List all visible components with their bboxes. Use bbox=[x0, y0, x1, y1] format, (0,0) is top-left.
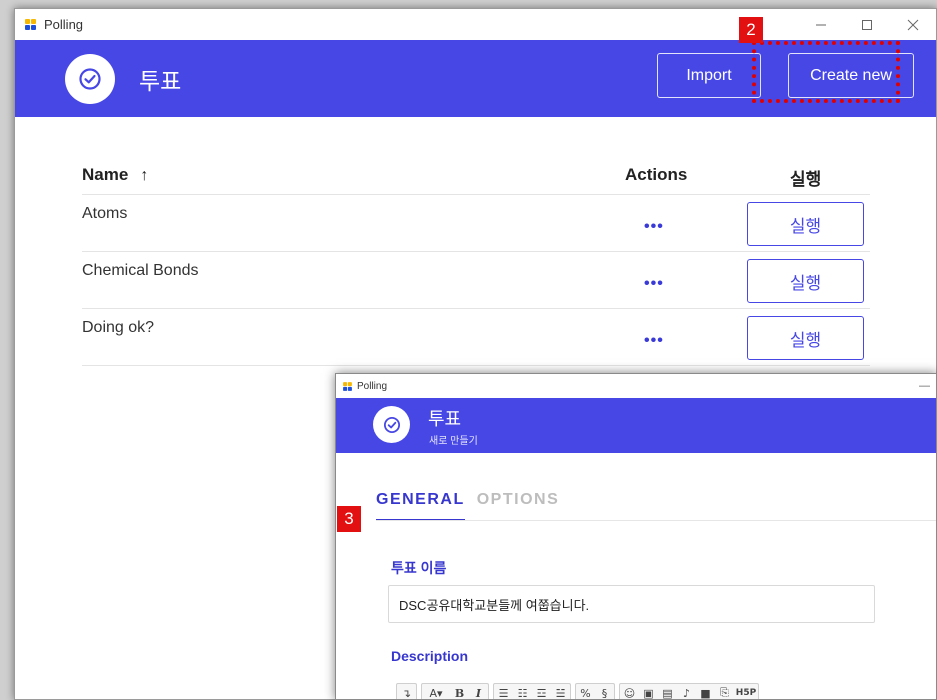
step-badge-2: 2 bbox=[739, 17, 763, 43]
close-button[interactable] bbox=[890, 9, 936, 40]
toolbar-group: A▾ B I bbox=[421, 683, 489, 700]
sort-ascending-icon[interactable]: ↑ bbox=[140, 167, 148, 185]
step-badge-3: 3 bbox=[337, 506, 361, 532]
table-row: Atoms ••• 실행 bbox=[82, 195, 870, 252]
toolbar-group: % § bbox=[575, 683, 615, 700]
title-bar: Polling — bbox=[336, 374, 936, 398]
h5p-icon[interactable]: H5P bbox=[734, 684, 758, 699]
minimize-icon bbox=[816, 24, 826, 25]
column-header-run: 실행 bbox=[790, 170, 822, 189]
table-header: Name ↑ Actions 실행 bbox=[82, 161, 870, 195]
create-new-highlight bbox=[752, 41, 900, 103]
table-row: Chemical Bonds ••• 실행 bbox=[82, 252, 870, 309]
run-button[interactable]: 실행 bbox=[747, 202, 864, 246]
poll-name: Doing ok? bbox=[82, 319, 155, 336]
toolbar-group: ☰ ☷ ☲ ☱ bbox=[493, 683, 571, 700]
minimize-button[interactable]: — bbox=[919, 380, 930, 392]
app-logo-icon bbox=[343, 381, 352, 391]
maximize-button[interactable] bbox=[844, 9, 890, 40]
editor-toolbar: ↴ A▾ B I ☰ ☷ ☲ ☱ % § ☺ ▣ ▤ ♪ ■ ⎘ H5P bbox=[396, 683, 759, 700]
check-circle-icon bbox=[79, 68, 101, 90]
polls-table: Name ↑ Actions 실행 Atoms ••• 실행 Chemical B… bbox=[82, 161, 870, 366]
app-logo bbox=[65, 54, 115, 104]
page-subtitle: 새로 만들기 bbox=[429, 436, 478, 447]
table-row: Doing ok? ••• 실행 bbox=[82, 309, 870, 366]
outdent-icon[interactable]: ☲ bbox=[532, 684, 551, 700]
emoji-icon[interactable]: ☺ bbox=[620, 684, 639, 700]
file-icon[interactable]: ▤ bbox=[658, 684, 677, 700]
title-bar: Polling bbox=[15, 9, 936, 40]
toolbar-group: ↴ bbox=[396, 683, 417, 700]
embed-icon[interactable]: ⎘ bbox=[715, 684, 734, 699]
video-icon[interactable]: ■ bbox=[696, 684, 715, 700]
window-title: Polling bbox=[357, 380, 388, 392]
poll-name-label: 투표 이름 bbox=[391, 560, 447, 576]
run-button[interactable]: 실행 bbox=[747, 259, 864, 303]
bulleted-list-icon[interactable]: ☰ bbox=[494, 684, 513, 700]
app-logo bbox=[373, 406, 410, 443]
poll-name-input[interactable]: DSC공유대학교분들께 여쭙습니다. bbox=[388, 585, 875, 623]
page-title: 투표 bbox=[428, 409, 462, 429]
poll-name: Chemical Bonds bbox=[82, 262, 199, 279]
numbered-list-icon[interactable]: ☷ bbox=[513, 684, 532, 700]
poll-name: Atoms bbox=[82, 205, 128, 222]
more-actions-icon[interactable]: ••• bbox=[644, 218, 664, 236]
app-header: 투표 새로 만들기 bbox=[336, 398, 936, 453]
more-actions-icon[interactable]: ••• bbox=[644, 332, 664, 350]
description-label: Description bbox=[391, 648, 469, 664]
minimize-button[interactable] bbox=[798, 9, 844, 40]
page-title: 투표 bbox=[139, 68, 182, 94]
link-icon[interactable]: % bbox=[576, 684, 595, 700]
image-icon[interactable]: ▣ bbox=[639, 684, 658, 700]
maximize-icon bbox=[862, 19, 872, 30]
more-actions-icon[interactable]: ••• bbox=[644, 275, 664, 293]
tab-bar: GENERAL OPTIONS bbox=[376, 491, 559, 521]
check-circle-icon bbox=[383, 416, 400, 433]
tab-options[interactable]: OPTIONS bbox=[477, 491, 560, 521]
indent-icon[interactable]: ☱ bbox=[551, 684, 570, 700]
tab-divider bbox=[376, 520, 936, 521]
paragraph-format-button[interactable]: ↴ bbox=[397, 684, 416, 700]
font-size-button[interactable]: A▾ bbox=[422, 684, 450, 700]
microphone-icon[interactable]: ♪ bbox=[677, 684, 696, 700]
column-header-name[interactable]: Name ↑ bbox=[82, 165, 148, 185]
unlink-icon[interactable]: § bbox=[595, 684, 614, 700]
run-button[interactable]: 실행 bbox=[747, 316, 864, 360]
create-poll-window: Polling — 투표 새로 만들기 GENERAL OPTIONS 투표 이… bbox=[335, 373, 937, 700]
window-title: Polling bbox=[44, 17, 84, 32]
import-button[interactable]: Import bbox=[657, 53, 761, 98]
app-logo-icon bbox=[25, 19, 36, 30]
bold-button[interactable]: B bbox=[450, 684, 469, 700]
tab-general[interactable]: GENERAL bbox=[376, 491, 465, 521]
close-icon bbox=[907, 19, 919, 30]
column-header-actions: Actions bbox=[625, 165, 688, 184]
toolbar-group: ☺ ▣ ▤ ♪ ■ ⎘ H5P bbox=[619, 683, 759, 700]
italic-button[interactable]: I bbox=[469, 684, 488, 700]
